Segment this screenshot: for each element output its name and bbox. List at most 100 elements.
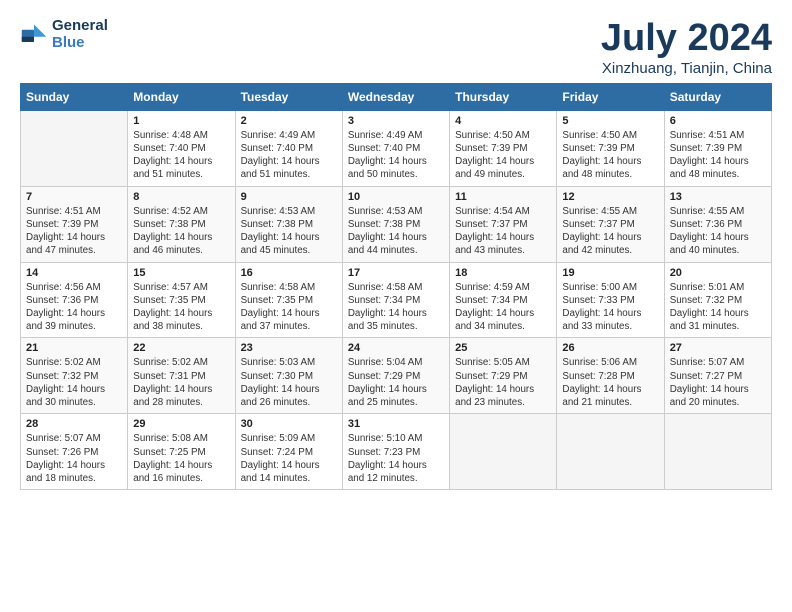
day-number: 2 — [241, 115, 337, 127]
day-info: Sunrise: 5:07 AMSunset: 7:26 PMDaylight:… — [26, 432, 122, 485]
day-info: Sunrise: 4:55 AMSunset: 7:36 PMDaylight:… — [670, 205, 766, 258]
day-info: Sunrise: 4:49 AMSunset: 7:40 PMDaylight:… — [241, 129, 337, 182]
day-info: Sunrise: 5:06 AMSunset: 7:28 PMDaylight:… — [562, 356, 658, 409]
day-number: 30 — [241, 418, 337, 430]
day-info: Sunrise: 4:55 AMSunset: 7:37 PMDaylight:… — [562, 205, 658, 258]
weekday-header-sunday: Sunday — [21, 83, 128, 110]
calendar-cell: 9 Sunrise: 4:53 AMSunset: 7:38 PMDaylight… — [235, 186, 342, 262]
calendar-cell: 8 Sunrise: 4:52 AMSunset: 7:38 PMDaylight… — [128, 186, 235, 262]
day-info: Sunrise: 4:48 AMSunset: 7:40 PMDaylight:… — [133, 129, 229, 182]
day-info: Sunrise: 5:03 AMSunset: 7:30 PMDaylight:… — [241, 356, 337, 409]
calendar-cell: 23Sunrise: 5:03 AMSunset: 7:30 PMDayligh… — [235, 338, 342, 414]
day-info: Sunrise: 4:52 AMSunset: 7:38 PMDaylight:… — [133, 205, 229, 258]
day-number: 28 — [26, 418, 122, 430]
calendar-cell: 11 Sunrise: 4:54 AMSunset: 7:37 PMDayligh… — [450, 186, 557, 262]
weekday-header-thursday: Thursday — [450, 83, 557, 110]
calendar-cell: 4 Sunrise: 4:50 AMSunset: 7:39 PMDaylight… — [450, 110, 557, 186]
day-info: Sunrise: 5:07 AMSunset: 7:27 PMDaylight:… — [670, 356, 766, 409]
weekday-header-friday: Friday — [557, 83, 664, 110]
calendar-cell: 1 Sunrise: 4:48 AMSunset: 7:40 PMDaylight… — [128, 110, 235, 186]
day-number: 4 — [455, 115, 551, 127]
weekday-header-row: SundayMondayTuesdayWednesdayThursdayFrid… — [21, 83, 772, 110]
day-info: Sunrise: 4:53 AMSunset: 7:38 PMDaylight:… — [241, 205, 337, 258]
day-number: 11 — [455, 191, 551, 203]
day-number: 9 — [241, 191, 337, 203]
calendar-cell — [664, 414, 771, 490]
day-number: 21 — [26, 342, 122, 354]
day-number: 31 — [348, 418, 444, 430]
week-row-0: 1 Sunrise: 4:48 AMSunset: 7:40 PMDaylight… — [21, 110, 772, 186]
day-info: Sunrise: 5:08 AMSunset: 7:25 PMDaylight:… — [133, 432, 229, 485]
day-number: 3 — [348, 115, 444, 127]
weekday-header-saturday: Saturday — [664, 83, 771, 110]
calendar-cell: 30Sunrise: 5:09 AMSunset: 7:24 PMDayligh… — [235, 414, 342, 490]
day-info: Sunrise: 4:49 AMSunset: 7:40 PMDaylight:… — [348, 129, 444, 182]
calendar-cell: 17 Sunrise: 4:58 AMSunset: 7:34 PMDayligh… — [342, 262, 449, 338]
calendar-cell: 20Sunrise: 5:01 AMSunset: 7:32 PMDayligh… — [664, 262, 771, 338]
calendar-table: SundayMondayTuesdayWednesdayThursdayFrid… — [20, 83, 772, 490]
day-number: 5 — [562, 115, 658, 127]
calendar-cell: 26 Sunrise: 5:06 AMSunset: 7:28 PMDayligh… — [557, 338, 664, 414]
week-row-2: 14 Sunrise: 4:56 AMSunset: 7:36 PMDayligh… — [21, 262, 772, 338]
day-number: 8 — [133, 191, 229, 203]
weekday-header-monday: Monday — [128, 83, 235, 110]
calendar-cell — [450, 414, 557, 490]
day-number: 7 — [26, 191, 122, 203]
day-number: 26 — [562, 342, 658, 354]
calendar-cell — [557, 414, 664, 490]
week-row-3: 21Sunrise: 5:02 AMSunset: 7:32 PMDayligh… — [21, 338, 772, 414]
day-info: Sunrise: 5:00 AMSunset: 7:33 PMDaylight:… — [562, 281, 658, 334]
day-number: 27 — [670, 342, 766, 354]
calendar-cell: 28 Sunrise: 5:07 AMSunset: 7:26 PMDayligh… — [21, 414, 128, 490]
day-info: Sunrise: 4:59 AMSunset: 7:34 PMDaylight:… — [455, 281, 551, 334]
calendar-cell: 24 Sunrise: 5:04 AMSunset: 7:29 PMDayligh… — [342, 338, 449, 414]
day-info: Sunrise: 5:05 AMSunset: 7:29 PMDaylight:… — [455, 356, 551, 409]
day-info: Sunrise: 4:51 AMSunset: 7:39 PMDaylight:… — [26, 205, 122, 258]
day-info: Sunrise: 4:58 AMSunset: 7:35 PMDaylight:… — [241, 281, 337, 334]
day-info: Sunrise: 5:04 AMSunset: 7:29 PMDaylight:… — [348, 356, 444, 409]
logo-text: General Blue — [52, 18, 108, 51]
main-title: July 2024 — [601, 18, 772, 60]
logo: General Blue — [20, 18, 108, 51]
day-number: 17 — [348, 267, 444, 279]
calendar-cell — [21, 110, 128, 186]
day-number: 1 — [133, 115, 229, 127]
day-info: Sunrise: 5:02 AMSunset: 7:31 PMDaylight:… — [133, 356, 229, 409]
calendar-cell: 19 Sunrise: 5:00 AMSunset: 7:33 PMDayligh… — [557, 262, 664, 338]
day-number: 14 — [26, 267, 122, 279]
day-number: 19 — [562, 267, 658, 279]
calendar-cell: 31 Sunrise: 5:10 AMSunset: 7:23 PMDayligh… — [342, 414, 449, 490]
logo-line2: Blue — [52, 35, 108, 52]
day-number: 6 — [670, 115, 766, 127]
day-info: Sunrise: 4:53 AMSunset: 7:38 PMDaylight:… — [348, 205, 444, 258]
day-info: Sunrise: 4:50 AMSunset: 7:39 PMDaylight:… — [562, 129, 658, 182]
day-number: 16 — [241, 267, 337, 279]
calendar-cell: 27 Sunrise: 5:07 AMSunset: 7:27 PMDayligh… — [664, 338, 771, 414]
calendar-header: SundayMondayTuesdayWednesdayThursdayFrid… — [21, 83, 772, 110]
calendar-cell: 15 Sunrise: 4:57 AMSunset: 7:35 PMDayligh… — [128, 262, 235, 338]
day-info: Sunrise: 4:57 AMSunset: 7:35 PMDaylight:… — [133, 281, 229, 334]
day-number: 18 — [455, 267, 551, 279]
day-info: Sunrise: 5:10 AMSunset: 7:23 PMDaylight:… — [348, 432, 444, 485]
logo-line1: General — [52, 18, 108, 35]
week-row-4: 28 Sunrise: 5:07 AMSunset: 7:26 PMDayligh… — [21, 414, 772, 490]
day-info: Sunrise: 4:56 AMSunset: 7:36 PMDaylight:… — [26, 281, 122, 334]
calendar-cell: 16 Sunrise: 4:58 AMSunset: 7:35 PMDayligh… — [235, 262, 342, 338]
day-number: 15 — [133, 267, 229, 279]
day-info: Sunrise: 4:54 AMSunset: 7:37 PMDaylight:… — [455, 205, 551, 258]
day-number: 29 — [133, 418, 229, 430]
day-number: 24 — [348, 342, 444, 354]
day-info: Sunrise: 4:50 AMSunset: 7:39 PMDaylight:… — [455, 129, 551, 182]
day-info: Sunrise: 4:58 AMSunset: 7:34 PMDaylight:… — [348, 281, 444, 334]
day-info: Sunrise: 4:51 AMSunset: 7:39 PMDaylight:… — [670, 129, 766, 182]
page-container: General Blue July 2024 Xinzhuang, Tianji… — [0, 0, 792, 500]
logo-icon — [20, 21, 48, 49]
day-number: 22 — [133, 342, 229, 354]
week-row-1: 7 Sunrise: 4:51 AMSunset: 7:39 PMDaylight… — [21, 186, 772, 262]
calendar-body: 1 Sunrise: 4:48 AMSunset: 7:40 PMDaylight… — [21, 110, 772, 489]
day-number: 12 — [562, 191, 658, 203]
day-number: 13 — [670, 191, 766, 203]
calendar-cell: 2 Sunrise: 4:49 AMSunset: 7:40 PMDaylight… — [235, 110, 342, 186]
day-number: 25 — [455, 342, 551, 354]
day-number: 20 — [670, 267, 766, 279]
